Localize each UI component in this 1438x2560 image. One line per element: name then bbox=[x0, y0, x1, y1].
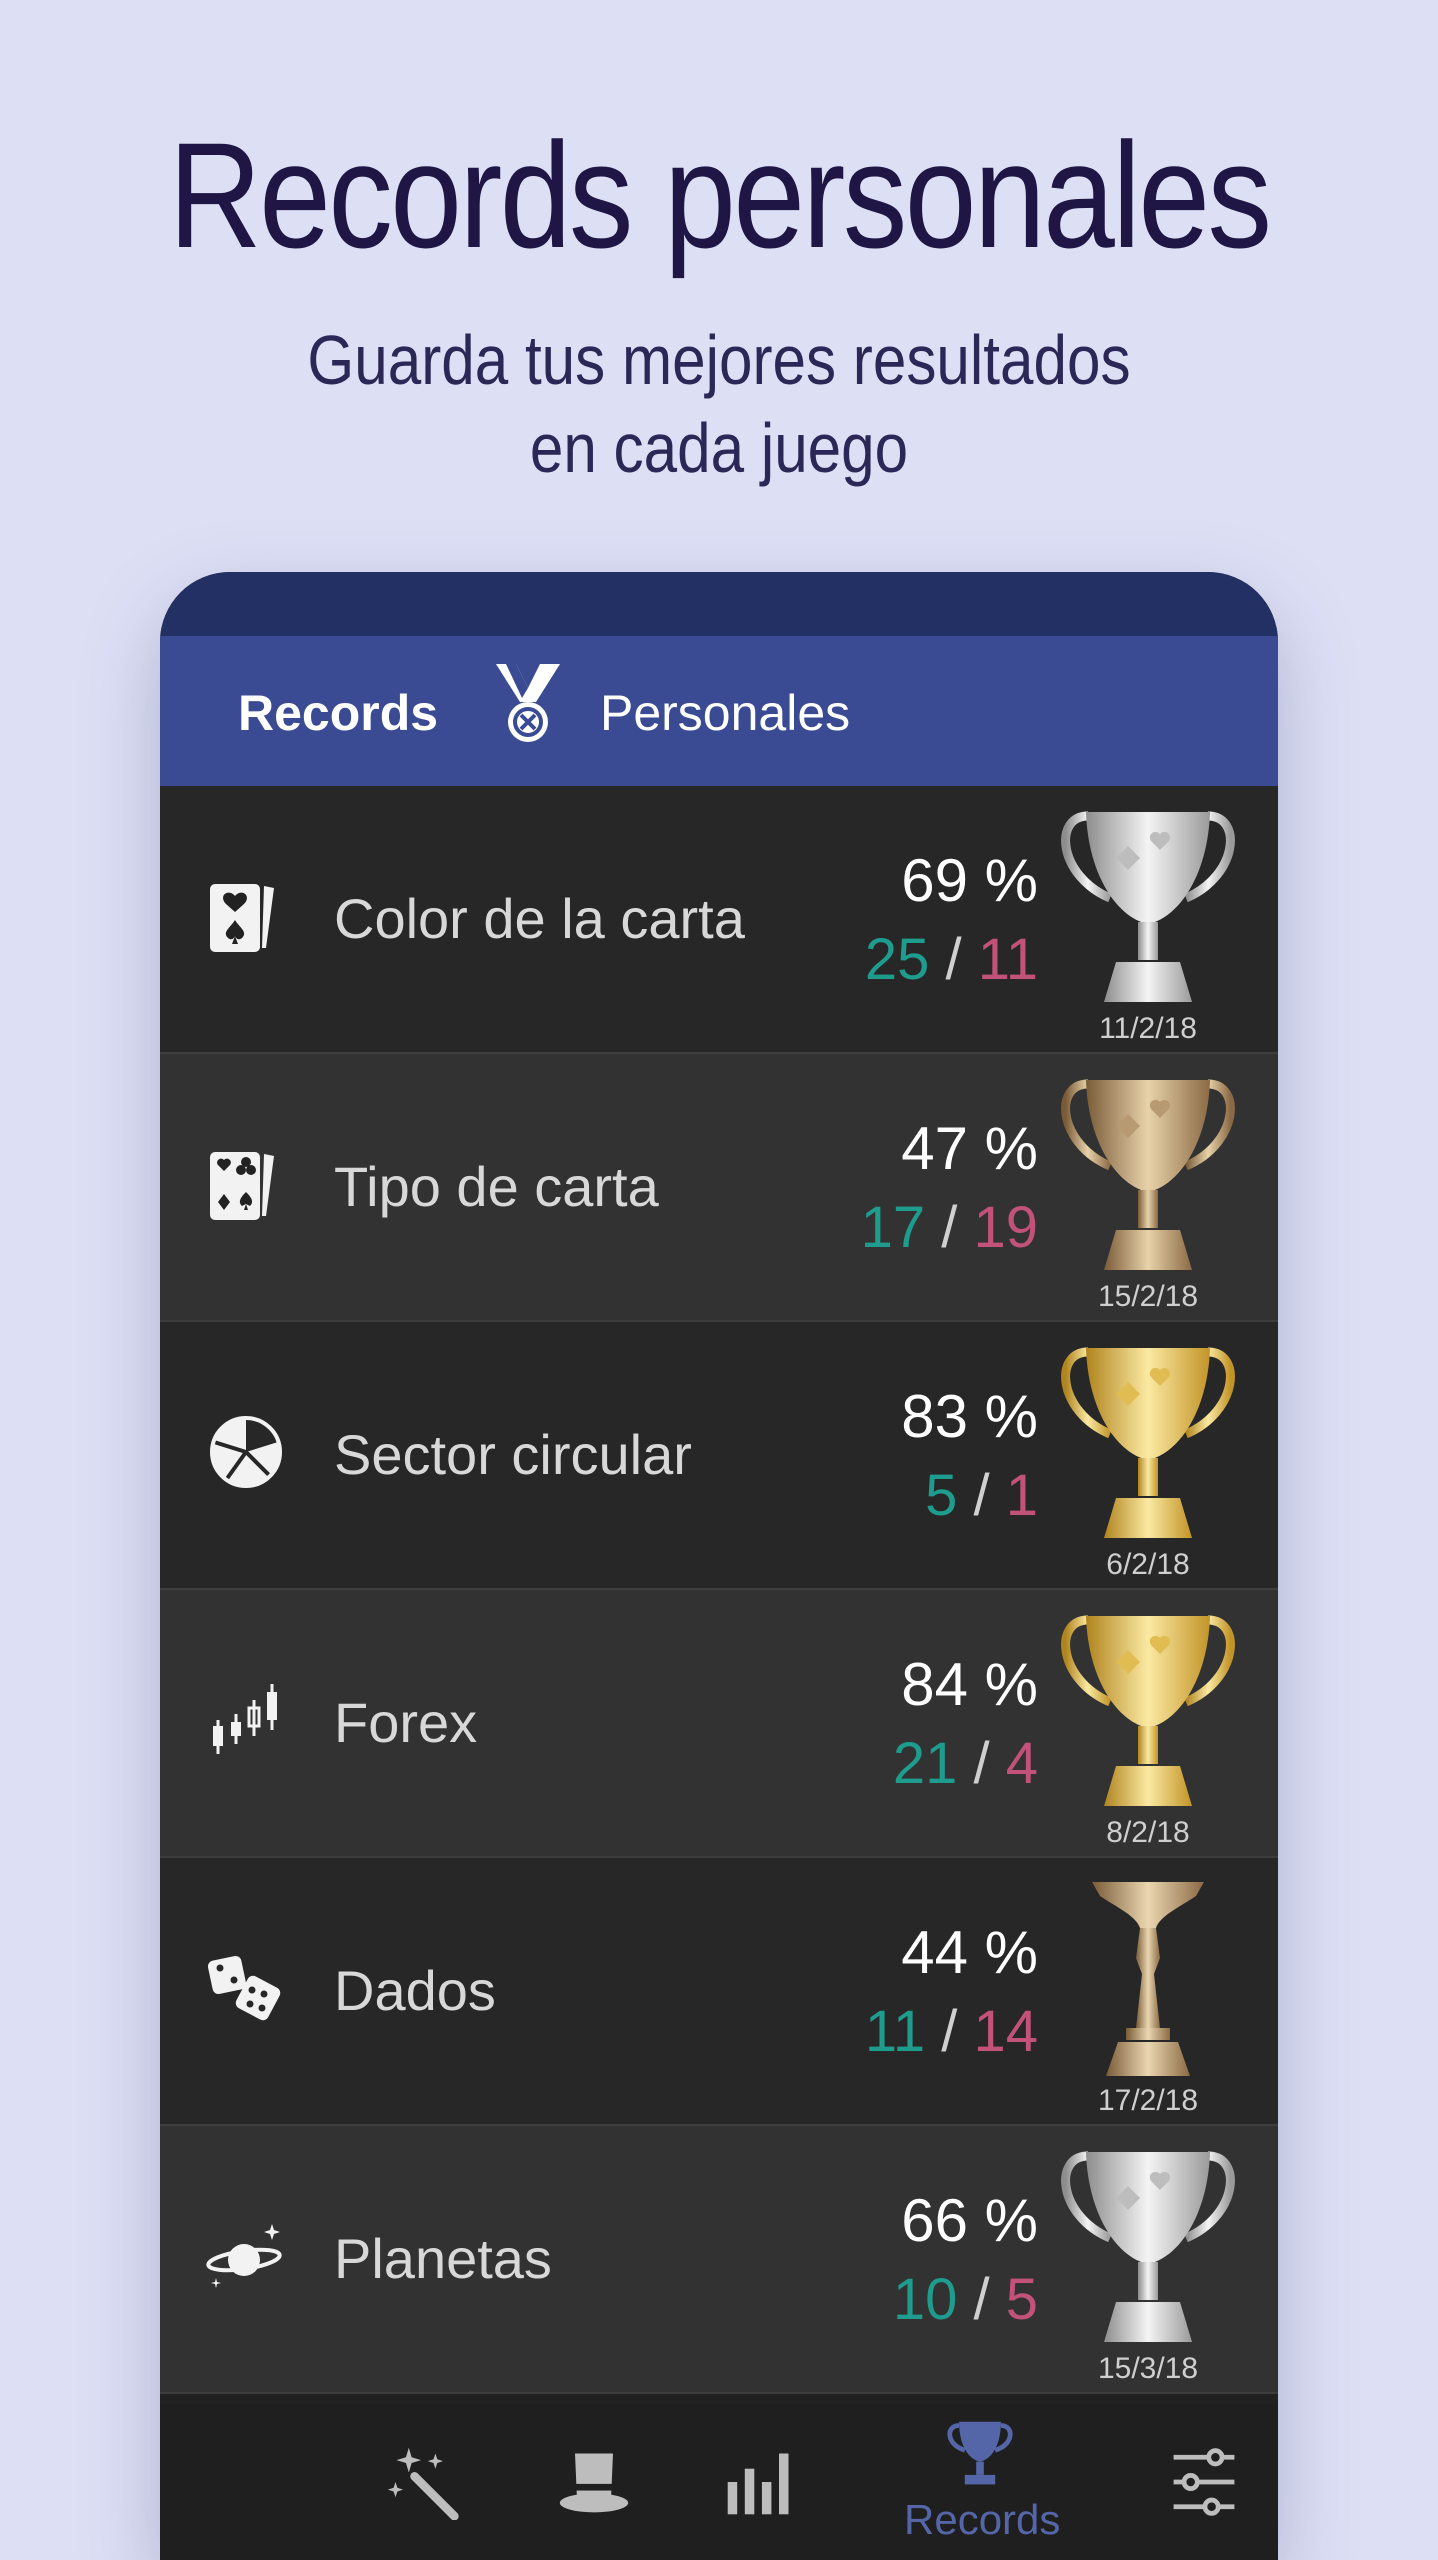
score-separator: / bbox=[973, 1731, 990, 1796]
record-date: 15/2/18 bbox=[1097, 1280, 1199, 1313]
planet-icon bbox=[206, 2224, 282, 2288]
record-row-dados[interactable]: Dados 44 % 11 / 14 17/2/18 bbox=[160, 1858, 1278, 2126]
game-name: Tipo de carta bbox=[334, 1155, 659, 1218]
record-date: 6/2/18 bbox=[1106, 1548, 1190, 1581]
wins-count: 10 bbox=[892, 2267, 958, 2332]
record-row-forex[interactable]: Forex 84 % 21 / 4 8/2/18 bbox=[160, 1590, 1278, 1858]
medal-icon bbox=[496, 664, 560, 742]
score-separator: / bbox=[973, 1463, 990, 1528]
wins-count: 5 bbox=[925, 1463, 958, 1528]
nav-item-records-label: Records bbox=[904, 2496, 1061, 2543]
trophy-icon bbox=[947, 2421, 1013, 2485]
losses-count: 4 bbox=[1005, 1731, 1038, 1796]
wins-count: 11 bbox=[864, 1999, 926, 2064]
record-row-sector-circular[interactable]: Sector circular 83 % 5 / 1 6/2/18 bbox=[160, 1322, 1278, 1590]
app-bar-subtitle: Personales bbox=[600, 685, 851, 741]
promo-subtitle: Guarda tus mejores resultados en cada ju… bbox=[101, 316, 1338, 492]
losses-count: 14 bbox=[973, 1999, 1038, 2064]
nav-item-magic[interactable] bbox=[370, 2404, 480, 2560]
game-name: Color de la carta bbox=[334, 887, 745, 950]
app-bar-title: Records bbox=[238, 685, 439, 741]
score: 21 / 4 bbox=[893, 1730, 1038, 1797]
phone-frame: Records Personales Color de la carta 69 … bbox=[160, 572, 1278, 2560]
bar-chart-icon bbox=[727, 2453, 789, 2515]
game-name: Forex bbox=[334, 1691, 478, 1754]
success-percent: 66 % bbox=[901, 2187, 1038, 2254]
bronze-cup-icon bbox=[1092, 1882, 1204, 2076]
losses-count: 5 bbox=[1005, 2267, 1038, 2332]
record-date: 15/3/18 bbox=[1097, 2352, 1199, 2385]
score: 25 / 11 bbox=[865, 926, 1038, 993]
pie-sector-icon bbox=[210, 1416, 282, 1488]
wins-count: 17 bbox=[860, 1195, 926, 1260]
score-separator: / bbox=[973, 2267, 990, 2332]
success-percent: 44 % bbox=[901, 1919, 1038, 1986]
losses-count: 1 bbox=[1005, 1463, 1038, 1528]
record-date: 17/2/18 bbox=[1097, 2084, 1199, 2117]
record-date: 8/2/18 bbox=[1106, 1816, 1190, 1849]
bronze-trophy-icon bbox=[1061, 1079, 1235, 1270]
game-name: Dados bbox=[334, 1959, 496, 2022]
score: 11 / 14 bbox=[865, 1998, 1038, 2065]
losses-count: 19 bbox=[973, 1195, 1038, 1260]
score-separator: / bbox=[941, 1195, 958, 1260]
nav-item-records[interactable]: Records bbox=[882, 2404, 1082, 2560]
card-type-icon bbox=[210, 1152, 274, 1220]
candlestick-icon bbox=[213, 1684, 277, 1754]
record-date: 11/2/18 bbox=[1099, 1012, 1197, 1045]
score: 10 / 5 bbox=[893, 2266, 1038, 2333]
sliders-icon bbox=[1173, 2448, 1235, 2516]
score: 17 / 19 bbox=[861, 1194, 1038, 1261]
top-hat-icon bbox=[559, 2453, 629, 2513]
score-separator: / bbox=[945, 927, 962, 992]
success-percent: 83 % bbox=[901, 1383, 1038, 1450]
card-suits-icon bbox=[210, 884, 274, 952]
promo-subtitle-line-2: en cada juego bbox=[529, 409, 909, 487]
status-bar bbox=[160, 572, 1278, 636]
success-percent: 47 % bbox=[901, 1115, 1038, 1182]
score-separator: / bbox=[941, 1999, 958, 2064]
wins-count: 25 bbox=[864, 927, 930, 992]
nav-item-settings[interactable] bbox=[1150, 2404, 1260, 2560]
wins-count: 21 bbox=[892, 1731, 958, 1796]
success-percent: 84 % bbox=[901, 1651, 1038, 1718]
losses-count: 11 bbox=[977, 927, 1038, 992]
nav-item-stats[interactable] bbox=[706, 2404, 816, 2560]
nav-item-magician[interactable] bbox=[540, 2404, 650, 2560]
app-bar: Records Personales bbox=[160, 636, 1278, 786]
dice-icon bbox=[207, 1955, 281, 2021]
magic-wand-icon bbox=[387, 2447, 459, 2520]
record-row-tipo-de-carta[interactable]: Tipo de carta 47 % 17 / 19 15/2/18 bbox=[160, 1054, 1278, 1322]
bottom-navigation: Records bbox=[160, 2404, 1278, 2560]
game-name: Sector circular bbox=[334, 1423, 692, 1486]
score: 5 / 1 bbox=[925, 1462, 1038, 1529]
record-row-planetas[interactable]: Planetas 66 % 10 / 5 15/3/18 bbox=[160, 2126, 1278, 2394]
record-row-color-de-la-carta[interactable]: Color de la carta 69 % 25 / 11 11/2/18 bbox=[160, 786, 1278, 1054]
records-list: Color de la carta 69 % 25 / 11 11/2/18 T… bbox=[160, 786, 1278, 2394]
game-name: Planetas bbox=[334, 2227, 552, 2290]
success-percent: 69 % bbox=[901, 847, 1038, 914]
promo-title: Records personales bbox=[168, 111, 1272, 279]
gold-trophy-icon bbox=[1061, 1615, 1235, 1806]
silver-trophy-icon bbox=[1061, 811, 1235, 1002]
promo-subtitle-line-1: Guarda tus mejores resultados bbox=[307, 321, 1131, 399]
gold-trophy-icon bbox=[1061, 1347, 1235, 1538]
silver-trophy-icon bbox=[1061, 2151, 1235, 2342]
